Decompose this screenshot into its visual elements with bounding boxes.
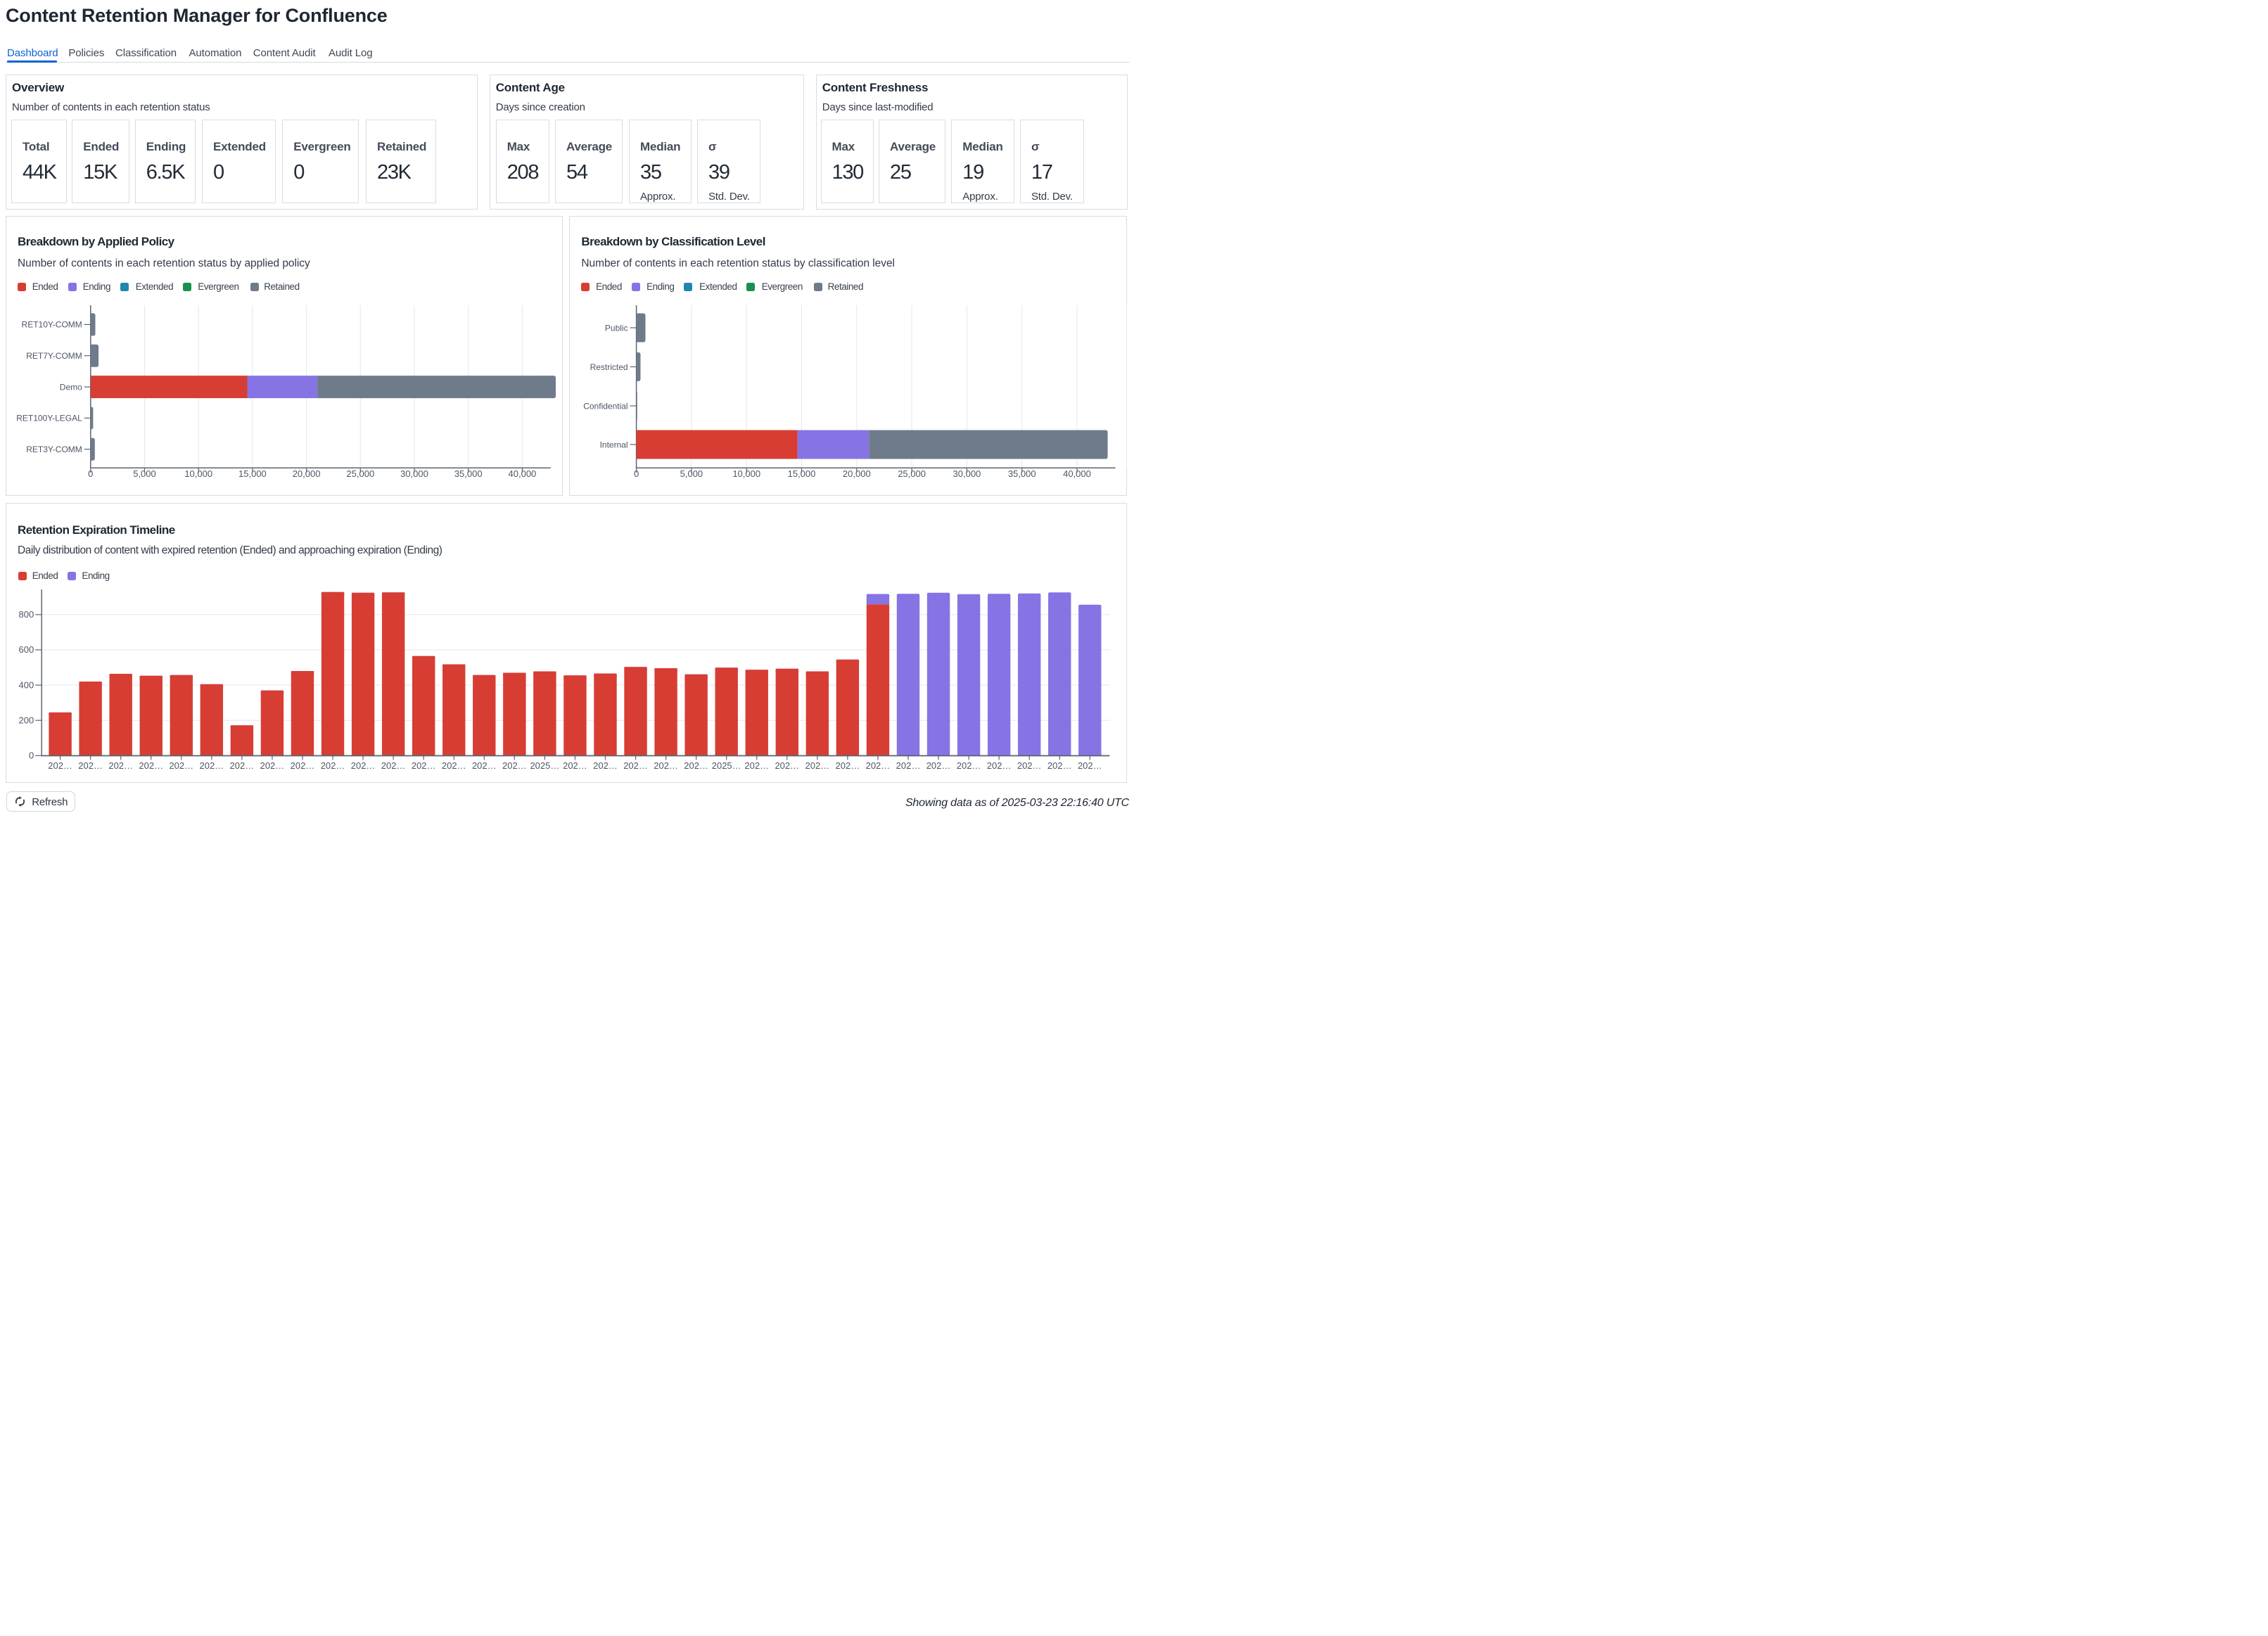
svg-text:30,000: 30,000 [953, 468, 981, 479]
svg-text:202…: 202… [169, 760, 193, 771]
svg-text:35,000: 35,000 [454, 468, 483, 479]
svg-text:0: 0 [88, 468, 93, 479]
svg-text:202…: 202… [381, 760, 406, 771]
svg-text:202…: 202… [351, 760, 376, 771]
svg-text:2025…: 2025… [530, 760, 559, 771]
svg-text:202…: 202… [957, 760, 981, 771]
svg-text:202…: 202… [1017, 760, 1042, 771]
svg-text:202…: 202… [502, 760, 527, 771]
svg-text:202…: 202… [1047, 760, 1072, 771]
svg-text:202…: 202… [866, 760, 891, 771]
svg-text:202…: 202… [321, 760, 345, 771]
svg-text:202…: 202… [230, 760, 255, 771]
svg-text:Internal: Internal [600, 440, 628, 449]
svg-text:40,000: 40,000 [509, 468, 537, 479]
svg-text:RET3Y-COMM: RET3Y-COMM [26, 445, 82, 454]
svg-text:600: 600 [18, 644, 34, 655]
svg-text:202…: 202… [623, 760, 648, 771]
svg-text:15,000: 15,000 [238, 468, 267, 479]
svg-text:202…: 202… [260, 760, 285, 771]
svg-text:202…: 202… [472, 760, 497, 771]
svg-text:2025…: 2025… [712, 760, 741, 771]
svg-text:200: 200 [18, 715, 34, 725]
svg-text:5,000: 5,000 [133, 468, 156, 479]
svg-text:202…: 202… [775, 760, 799, 771]
svg-text:RET7Y-COMM: RET7Y-COMM [26, 351, 82, 361]
svg-text:25,000: 25,000 [898, 468, 926, 479]
svg-text:Restricted: Restricted [590, 362, 628, 372]
svg-text:Demo: Demo [60, 382, 82, 392]
svg-text:202…: 202… [291, 760, 315, 771]
svg-text:35,000: 35,000 [1008, 468, 1036, 479]
svg-text:20,000: 20,000 [293, 468, 321, 479]
svg-text:202…: 202… [926, 760, 951, 771]
svg-text:0: 0 [29, 750, 34, 761]
svg-text:202…: 202… [593, 760, 618, 771]
svg-text:10,000: 10,000 [184, 468, 212, 479]
svg-text:20,000: 20,000 [843, 468, 871, 479]
svg-text:202…: 202… [139, 760, 163, 771]
svg-text:202…: 202… [987, 760, 1012, 771]
svg-text:202…: 202… [684, 760, 708, 771]
svg-text:202…: 202… [108, 760, 133, 771]
svg-text:RET100Y-LEGAL: RET100Y-LEGAL [16, 414, 82, 423]
svg-text:25,000: 25,000 [346, 468, 374, 479]
svg-text:202…: 202… [78, 760, 103, 771]
svg-text:40,000: 40,000 [1063, 468, 1091, 479]
svg-text:202…: 202… [48, 760, 72, 771]
svg-text:202…: 202… [563, 760, 587, 771]
svg-text:400: 400 [18, 679, 34, 690]
svg-text:202…: 202… [896, 760, 921, 771]
svg-text:RET10Y-COMM: RET10Y-COMM [22, 320, 82, 330]
svg-text:Public: Public [605, 323, 628, 333]
svg-text:202…: 202… [442, 760, 466, 771]
svg-text:0: 0 [634, 468, 639, 479]
svg-text:202…: 202… [836, 760, 860, 771]
svg-text:Confidential: Confidential [583, 401, 627, 411]
svg-text:10,000: 10,000 [732, 468, 760, 479]
svg-text:202…: 202… [1078, 760, 1102, 771]
svg-text:15,000: 15,000 [788, 468, 816, 479]
svg-text:30,000: 30,000 [400, 468, 428, 479]
svg-text:800: 800 [18, 609, 34, 620]
svg-text:5,000: 5,000 [680, 468, 703, 479]
svg-text:202…: 202… [199, 760, 224, 771]
svg-text:202…: 202… [744, 760, 769, 771]
svg-text:202…: 202… [805, 760, 829, 771]
svg-text:202…: 202… [412, 760, 436, 771]
svg-text:202…: 202… [654, 760, 678, 771]
